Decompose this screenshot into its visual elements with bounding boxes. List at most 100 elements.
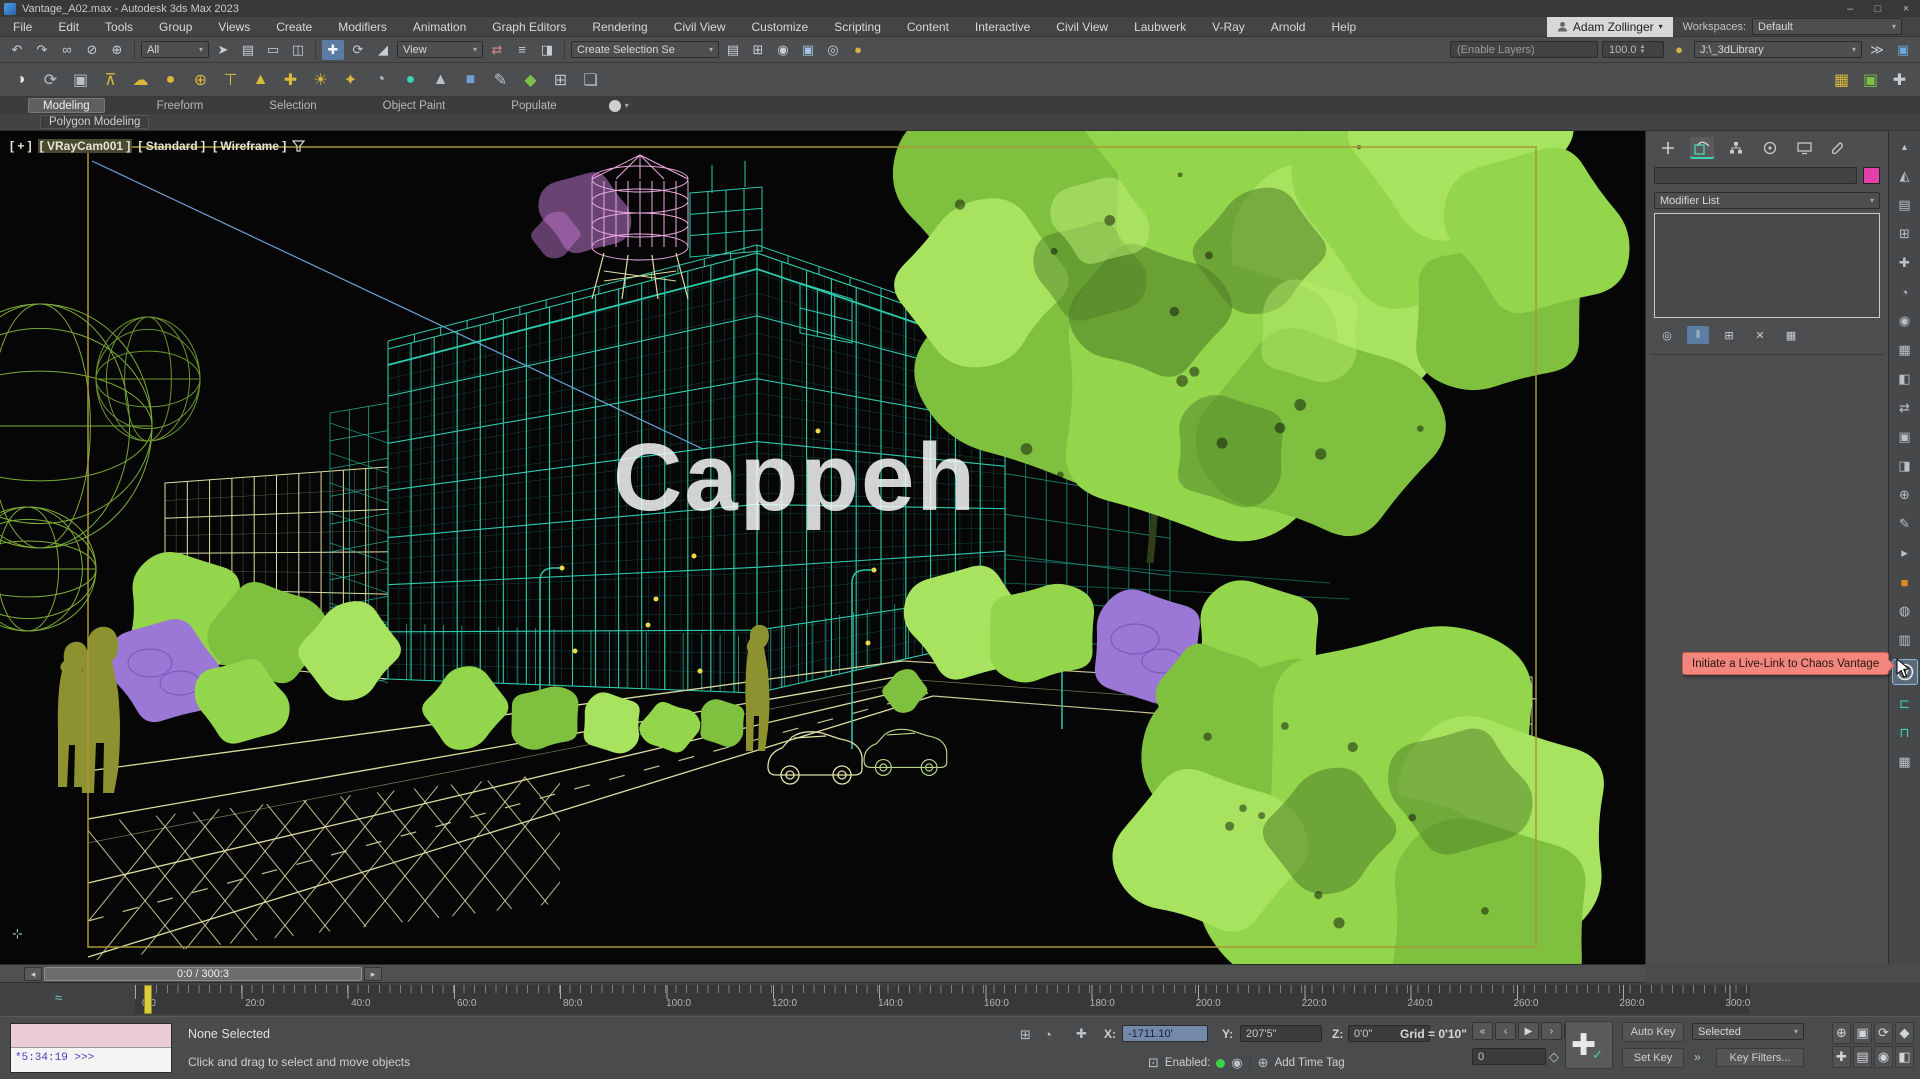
menu-item[interactable]: Help <box>1318 20 1369 34</box>
enabled-toggle-icon[interactable]: ⊡ <box>1148 1055 1159 1071</box>
current-frame-field[interactable]: 0 <box>1472 1048 1546 1065</box>
strip-tool-icon[interactable]: ◨ <box>1895 456 1915 476</box>
toolbar-icon[interactable]: ☁ <box>128 67 153 92</box>
strip-tool-icon[interactable]: ✎ <box>1895 514 1915 534</box>
toolbar-icon[interactable]: ∞ <box>56 40 78 60</box>
toolbar-icon[interactable]: ⊕ <box>106 40 128 60</box>
menu-item[interactable]: Group <box>146 20 205 34</box>
ribbon-tab[interactable]: Populate <box>497 98 570 113</box>
toolbar-icon[interactable]: ✦ <box>338 67 363 92</box>
playback-button[interactable]: « <box>1472 1022 1493 1040</box>
time-slider-track[interactable]: ◂ 0:0 / 300:3 ▸ <box>0 964 1645 983</box>
menu-item[interactable]: Civil View <box>661 20 739 34</box>
window-control-button[interactable]: – <box>1836 3 1864 15</box>
user-account-menu[interactable]: Adam Zollinger ▾ <box>1547 17 1673 37</box>
toolbar-icon[interactable]: ◉ <box>772 40 794 60</box>
toolbar-icon[interactable]: ● <box>847 40 869 60</box>
transform-tool-icon[interactable]: ◢ <box>372 40 394 60</box>
toolbar-icon[interactable]: ■ <box>458 67 483 92</box>
viewport-menu-plus[interactable]: [ + ] <box>8 139 34 153</box>
menu-item[interactable]: Scripting <box>821 20 894 34</box>
strip-tool-icon[interactable]: ▦ <box>1895 340 1915 360</box>
menu-item[interactable]: Create <box>263 20 325 34</box>
toolbar-icon[interactable]: ▣ <box>1892 40 1914 60</box>
toolbar-icon[interactable]: ▲ <box>428 67 453 92</box>
menu-item[interactable]: Content <box>894 20 962 34</box>
key-filters-button[interactable]: Key Filters... <box>1716 1048 1804 1067</box>
display-tab-icon[interactable] <box>1792 137 1816 159</box>
workspace-dropdown[interactable]: Default ▾ <box>1752 18 1902 35</box>
menu-item[interactable]: Interactive <box>962 20 1043 34</box>
menu-item[interactable]: Graph Editors <box>479 20 579 34</box>
object-name-field[interactable] <box>1654 167 1857 184</box>
render-teapot-icon[interactable]: ● <box>1668 40 1690 60</box>
chevron-down-icon[interactable]: ▾ <box>625 101 629 110</box>
toolbar-icon[interactable]: ◑ <box>8 67 33 92</box>
toolbar-icon[interactable]: ✎ <box>488 67 513 92</box>
toolbar-icon[interactable]: ▲ <box>248 67 273 92</box>
modifier-list-dropdown[interactable]: Modifier List ▾ <box>1654 192 1880 209</box>
timeline-ruler[interactable]: 0:020:040:060:080:0100:0120:0140:0160:01… <box>135 985 1750 1014</box>
strip-tool-icon[interactable]: ⊕ <box>1895 485 1915 505</box>
polygon-modeling-panel[interactable]: Polygon Modeling <box>40 115 149 129</box>
toolbar-icon[interactable]: ◔ <box>368 67 393 92</box>
menu-item[interactable]: Arnold <box>1258 20 1319 34</box>
spinner-arrows-icon[interactable]: ▲▼ <box>1640 45 1646 55</box>
toolbar-icon[interactable]: ▤ <box>722 40 744 60</box>
viewport-type-label[interactable]: [ Standard ] <box>136 139 207 153</box>
hierarchy-tab-icon[interactable] <box>1724 137 1748 159</box>
viewport-camera-label[interactable]: [ VRayCam001 ] <box>38 139 133 153</box>
strip-tool-icon[interactable]: ◧ <box>1895 369 1915 389</box>
toolbar-icon[interactable]: ● <box>158 67 183 92</box>
menu-item[interactable]: Customize <box>739 20 822 34</box>
strip-tool-icon[interactable]: ▸ <box>1895 543 1915 563</box>
mini-curve-editor-icon[interactable]: ≈ <box>55 990 62 1005</box>
stack-button[interactable]: ⊞ <box>1718 326 1740 344</box>
toolbar-overflow-icon[interactable]: ≫ <box>1866 40 1888 60</box>
key-mode-toggle-icon[interactable]: ◇ <box>1549 1049 1559 1065</box>
toolbar-icon[interactable]: ☀ <box>308 67 333 92</box>
prev-frame-button[interactable]: ◂ <box>24 967 42 981</box>
listener-script-pane[interactable]: *5:34:19 >>> <box>11 1048 171 1072</box>
isolate-selection-icon[interactable]: ⊞ <box>1020 1027 1031 1043</box>
strip-tool-icon[interactable]: ▤ <box>1895 195 1915 215</box>
toolbar-icon[interactable]: ▤ <box>237 40 259 60</box>
toolbar-icon[interactable]: ▣ <box>797 40 819 60</box>
menu-item[interactable]: Laubwerk <box>1121 20 1199 34</box>
toolbar-icon[interactable]: ✚ <box>1887 67 1912 92</box>
playback-button[interactable]: › <box>1541 1022 1562 1040</box>
toolbar-icon[interactable]: ⊞ <box>747 40 769 60</box>
stack-button[interactable]: ◎ <box>1656 326 1678 344</box>
toolbar-icon[interactable]: ▭ <box>262 40 284 60</box>
toolbar-icon[interactable]: ⟳ <box>38 67 63 92</box>
auto-key-button[interactable]: Auto Key <box>1622 1022 1684 1042</box>
viewport-nav-icon[interactable]: ▣ <box>1853 1022 1872 1044</box>
next-frame-button[interactable]: ▸ <box>364 967 382 981</box>
toolbar-icon[interactable]: ▣ <box>1858 67 1883 92</box>
playback-button[interactable]: ‹ <box>1495 1022 1516 1040</box>
add-icon[interactable]: ⊕ <box>1258 1055 1269 1071</box>
menu-item[interactable]: V-Ray <box>1199 20 1258 34</box>
motion-tab-icon[interactable] <box>1758 137 1782 159</box>
strip-tool-icon[interactable]: ◍ <box>1895 601 1915 621</box>
layers-field[interactable]: (Enable Layers) <box>1450 41 1598 58</box>
x-coordinate-field[interactable]: -1711.10' <box>1122 1025 1208 1042</box>
ribbon-tab[interactable]: Object Paint <box>369 98 460 113</box>
toolbar-icon[interactable]: ● <box>398 67 423 92</box>
transform-tool-icon[interactable]: ⟳ <box>347 40 369 60</box>
viewport-nav-icon[interactable]: ⟳ <box>1874 1022 1893 1044</box>
strip-tool-icon[interactable]: ⊏ <box>1895 694 1915 714</box>
set-key-button[interactable]: Set Key <box>1622 1048 1684 1068</box>
ribbon-tab[interactable]: Modeling <box>28 98 105 113</box>
listener-macro-pane[interactable] <box>11 1024 171 1048</box>
toolbar-icon[interactable]: ⊤ <box>218 67 243 92</box>
toolbar-icon[interactable]: ⊞ <box>548 67 573 92</box>
modify-tab-icon[interactable] <box>1690 137 1714 159</box>
toolbar-icon[interactable]: ❏ <box>578 67 603 92</box>
viewport-nav-icon[interactable]: ⊕ <box>1832 1022 1851 1044</box>
stack-button[interactable]: ✕ <box>1749 326 1771 344</box>
create-tab-icon[interactable] <box>1656 137 1680 159</box>
menu-item[interactable]: Tools <box>92 20 146 34</box>
toolbar-icon[interactable]: ▣ <box>68 67 93 92</box>
ribbon-tab[interactable]: Freeform <box>143 98 218 113</box>
